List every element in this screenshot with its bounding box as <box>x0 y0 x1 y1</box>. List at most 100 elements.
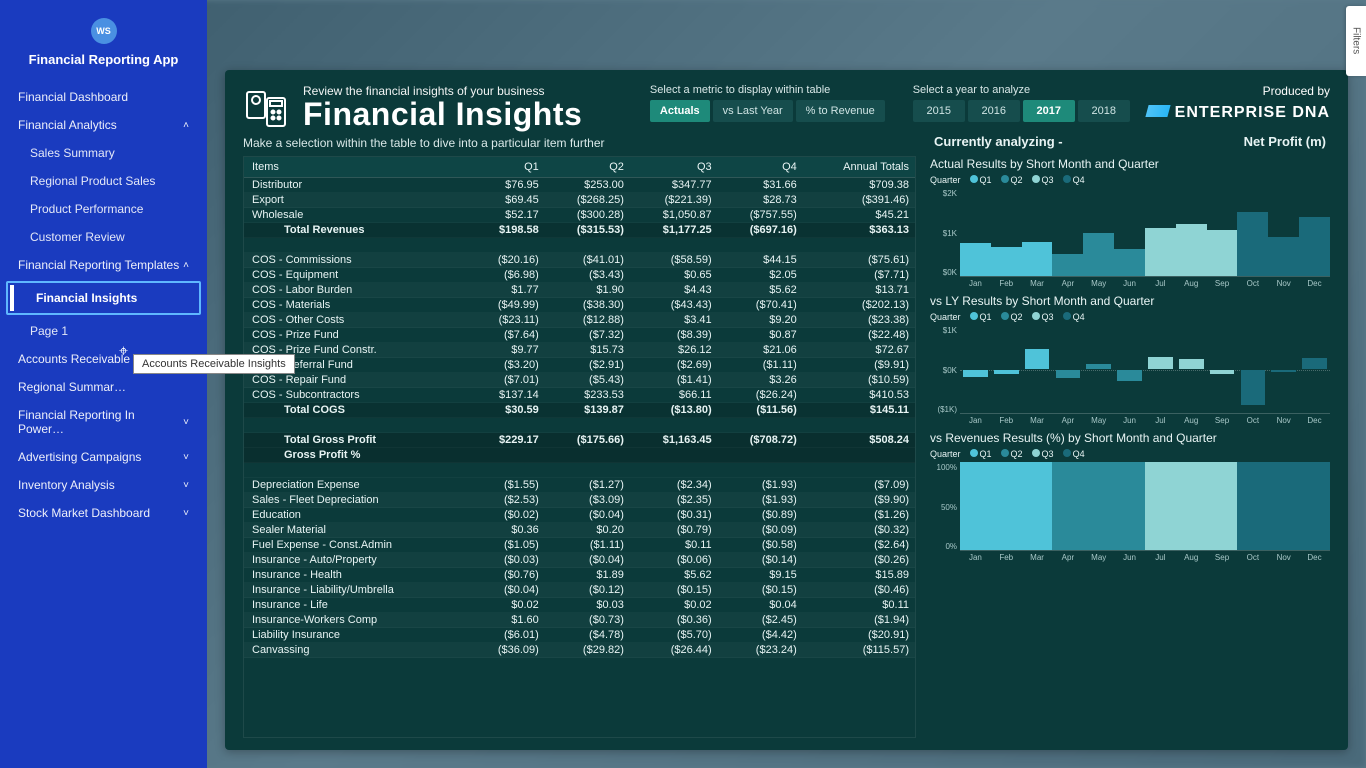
sidebar-item-selected[interactable]: Financial Insights <box>10 285 197 311</box>
legend-item[interactable]: Q2 <box>1001 449 1023 459</box>
chart-plot[interactable] <box>960 326 1330 414</box>
table-header[interactable]: Items <box>244 157 468 178</box>
metric-button[interactable]: % to Revenue <box>796 100 885 122</box>
table-header[interactable]: Q2 <box>545 157 630 178</box>
chevron-up-icon: ˄ <box>183 120 189 131</box>
table-row[interactable]: COS - Other Costs($23.11)($12.88)$3.41$9… <box>244 313 915 328</box>
sidebar-item-1[interactable]: Financial Analytics˄ <box>0 111 207 139</box>
table-row[interactable]: COS - Labor Burden$1.77$1.90$4.43$5.62$1… <box>244 283 915 298</box>
chevron-down-icon: ˅ <box>183 480 189 491</box>
table-header[interactable]: Annual Totals <box>803 157 915 178</box>
legend-item[interactable]: Q3 <box>1032 175 1054 185</box>
table-row[interactable] <box>244 418 915 433</box>
sidebar-item-4[interactable]: Product Performance <box>0 195 207 223</box>
year-button[interactable]: 2016 <box>968 100 1020 122</box>
legend-item[interactable]: Q3 <box>1032 312 1054 322</box>
table-row[interactable] <box>244 463 915 478</box>
legend-item[interactable]: Q4 <box>1063 449 1085 459</box>
table-row[interactable]: COS - Referral Fund($3.20)($2.91)($2.69)… <box>244 358 915 373</box>
sidebar-item-6[interactable]: Financial Reporting Templates˄ <box>0 251 207 279</box>
legend-item[interactable]: Q1 <box>970 449 992 459</box>
table-row[interactable]: Insurance - Health($0.76)$1.89$5.62$9.15… <box>244 568 915 583</box>
app-title: Financial Reporting App <box>29 52 179 67</box>
table-row[interactable]: COS - Equipment($6.98)($3.43)$0.65$2.05(… <box>244 268 915 283</box>
table-row[interactable]: COS - Repair Fund($7.01)($5.43)($1.41)$3… <box>244 373 915 388</box>
table-row[interactable]: Distributor$76.95$253.00$347.77$31.66$70… <box>244 178 915 193</box>
tooltip: Accounts Receivable Insights <box>133 354 295 374</box>
sidebar-item-10[interactable]: Regional Summar… <box>0 373 207 401</box>
table-row[interactable]: COS - Materials($49.99)($38.30)($43.43)(… <box>244 298 915 313</box>
metric-button[interactable]: vs Last Year <box>713 100 793 122</box>
chart-plot[interactable] <box>960 463 1330 551</box>
table-row[interactable]: Fuel Expense - Const.Admin($1.05)($1.11)… <box>244 538 915 553</box>
sidebar-item-14[interactable]: Stock Market Dashboard˅ <box>0 499 207 527</box>
report-icon <box>243 84 289 130</box>
financial-table: ItemsQ1Q2Q3Q4Annual Totals Distributor$7… <box>244 157 915 658</box>
sidebar-item-13[interactable]: Inventory Analysis˅ <box>0 471 207 499</box>
filters-panel-toggle[interactable]: Filters <box>1346 6 1366 76</box>
table-row[interactable]: COS - Prize Fund($7.64)($7.32)($8.39)$0.… <box>244 328 915 343</box>
chart-title: vs Revenues Results (%) by Short Month a… <box>930 429 1330 449</box>
legend-item[interactable]: Q4 <box>1063 175 1085 185</box>
sidebar-item-5[interactable]: Customer Review <box>0 223 207 251</box>
legend-label: Quarter <box>930 312 961 322</box>
table-scroll[interactable]: ItemsQ1Q2Q3Q4Annual Totals Distributor$7… <box>244 157 915 737</box>
sidebar: WS Financial Reporting App Financial Das… <box>0 0 207 768</box>
year-button[interactable]: 2017 <box>1023 100 1075 122</box>
legend-item[interactable]: Q1 <box>970 312 992 322</box>
table-header[interactable]: Q1 <box>468 157 544 178</box>
avatar[interactable]: WS <box>91 18 117 44</box>
legend-item[interactable]: Q2 <box>1001 312 1023 322</box>
table-row[interactable]: Liability Insurance($6.01)($4.78)($5.70)… <box>244 628 915 643</box>
table-instruction: Make a selection within the table to div… <box>243 132 916 156</box>
table-row[interactable] <box>244 238 915 253</box>
table-row[interactable]: Canvassing($36.09)($29.82)($26.44)($23.2… <box>244 643 915 658</box>
table-row[interactable]: Export$69.45($268.25)($221.39)$28.73($39… <box>244 193 915 208</box>
table-row[interactable]: Insurance - Liability/Umbrella($0.04)($0… <box>244 583 915 598</box>
metric-slicer-label: Select a metric to display within table <box>650 84 885 96</box>
report-subtitle: Review the financial insights of your bu… <box>303 84 633 98</box>
sidebar-item-3[interactable]: Regional Product Sales <box>0 167 207 195</box>
table-row[interactable]: Insurance - Life$0.02$0.03$0.02$0.04$0.1… <box>244 598 915 613</box>
table-row[interactable]: Insurance - Auto/Property($0.03)($0.04)(… <box>244 553 915 568</box>
sidebar-item-12[interactable]: Advertising Campaigns˅ <box>0 443 207 471</box>
legend-item[interactable]: Q2 <box>1001 175 1023 185</box>
table-row[interactable]: Insurance-Workers Comp$1.60($0.73)($0.36… <box>244 613 915 628</box>
table-header[interactable]: Q4 <box>718 157 803 178</box>
table-row[interactable]: Sealer Material$0.36$0.20($0.79)($0.09)(… <box>244 523 915 538</box>
table-row[interactable]: Total COGS$30.59$139.87($13.80)($11.56)$… <box>244 403 915 418</box>
brand-logo: ENTERPRISE DNA <box>1147 104 1330 122</box>
chart-title: vs LY Results by Short Month and Quarter <box>930 292 1330 312</box>
report-title: Financial Insights <box>303 98 633 130</box>
table-row[interactable]: Total Revenues$198.58($315.53)$1,177.25(… <box>244 223 915 238</box>
chevron-down-icon: ˅ <box>183 508 189 519</box>
produced-by-label: Produced by <box>1147 84 1330 98</box>
legend-label: Quarter <box>930 175 961 185</box>
legend-item[interactable]: Q4 <box>1063 312 1085 322</box>
table-row[interactable]: COS - Subcontractors$137.14$233.53$66.11… <box>244 388 915 403</box>
table-row[interactable]: Gross Profit % <box>244 448 915 463</box>
cursor-icon: ⌖ <box>119 343 128 361</box>
legend-item[interactable]: Q1 <box>970 175 992 185</box>
sidebar-item-0[interactable]: Financial Dashboard <box>0 83 207 111</box>
table-row[interactable]: COS - Prize Fund Constr.$9.77$15.73$26.1… <box>244 343 915 358</box>
table-row[interactable]: Education($0.02)($0.04)($0.31)($0.89)($1… <box>244 508 915 523</box>
table-row[interactable]: Total Gross Profit$229.17($175.66)$1,163… <box>244 433 915 448</box>
table-row[interactable]: Depreciation Expense($1.55)($1.27)($2.34… <box>244 478 915 493</box>
metric-button[interactable]: Actuals <box>650 100 710 122</box>
sidebar-item-11[interactable]: Financial Reporting In Power…˅ <box>0 401 207 443</box>
year-button[interactable]: 2018 <box>1078 100 1130 122</box>
sidebar-item-2[interactable]: Sales Summary <box>0 139 207 167</box>
sidebar-item-8[interactable]: Page 1 <box>0 317 207 345</box>
table-header[interactable]: Q3 <box>630 157 718 178</box>
chart-plot[interactable] <box>960 189 1330 277</box>
report-canvas: Review the financial insights of your bu… <box>225 70 1348 750</box>
year-button[interactable]: 2015 <box>913 100 965 122</box>
legend-item[interactable]: Q3 <box>1032 449 1054 459</box>
chevron-down-icon: ˅ <box>183 417 189 428</box>
legend-label: Quarter <box>930 449 961 459</box>
table-row[interactable]: COS - Commissions($20.16)($41.01)($58.59… <box>244 253 915 268</box>
table-row[interactable]: Sales - Fleet Depreciation($2.53)($3.09)… <box>244 493 915 508</box>
table-row[interactable]: Wholesale$52.17($300.28)$1,050.87($757.5… <box>244 208 915 223</box>
chevron-down-icon: ˅ <box>183 452 189 463</box>
